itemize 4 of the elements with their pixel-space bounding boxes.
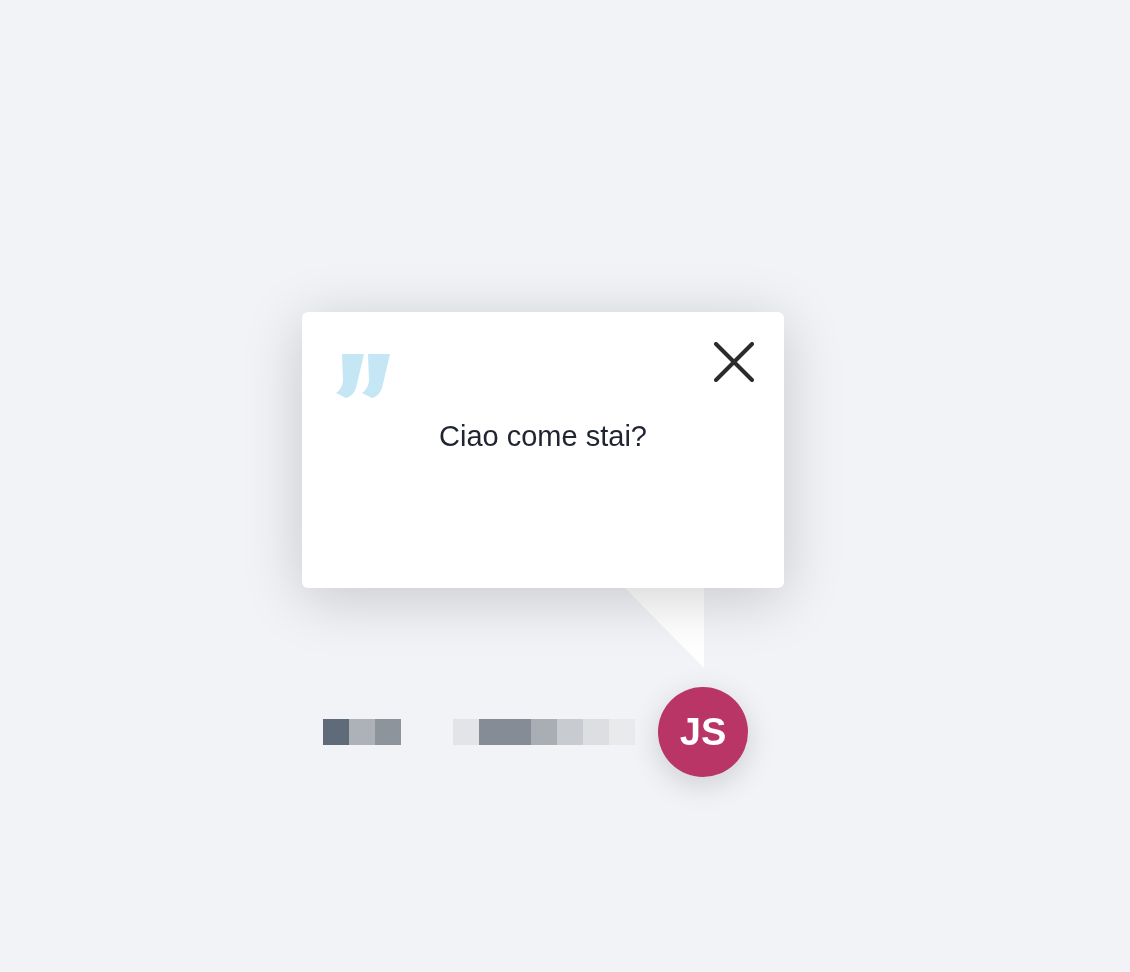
- avatar: JS: [658, 687, 748, 777]
- message-text: Ciao come stai?: [439, 419, 647, 454]
- quote-icon: [336, 354, 392, 398]
- close-button[interactable]: [714, 342, 754, 382]
